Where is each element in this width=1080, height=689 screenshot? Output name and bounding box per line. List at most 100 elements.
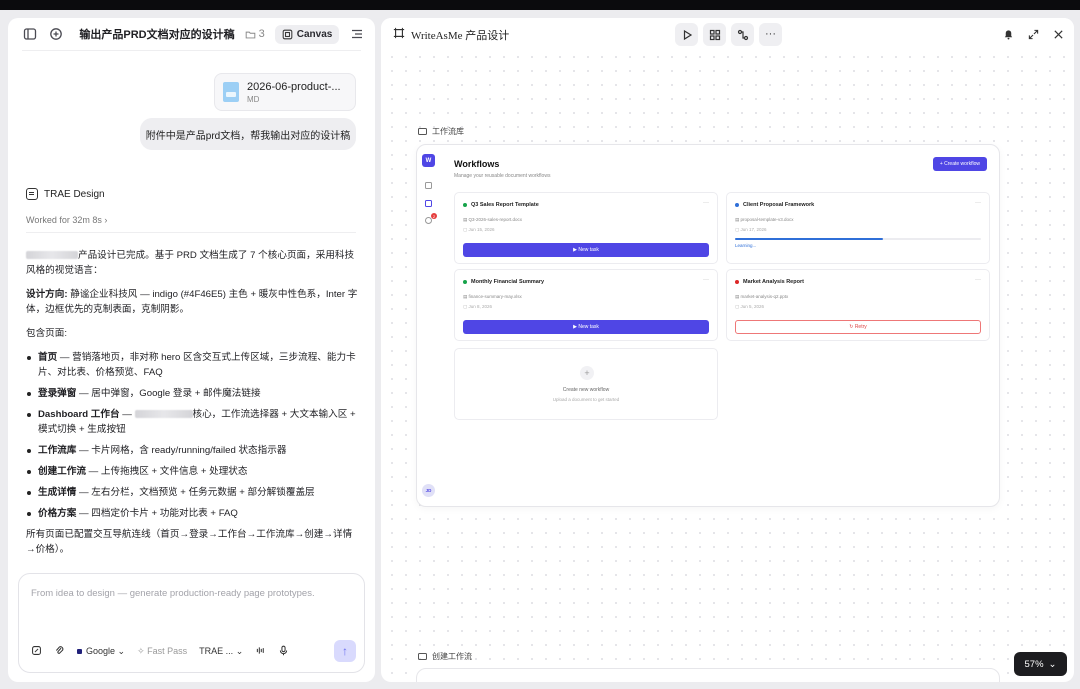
zoom-level: 57%: [1024, 658, 1044, 670]
chat-panel: 输出产品PRD文档对应的设计稿 3 Canvas 2026-06-product…: [8, 18, 375, 682]
create-workflow-button[interactable]: + Create workflow: [932, 157, 987, 171]
card-title-row: Client Proposal Framework: [735, 202, 814, 208]
card-title: Market Analysis Report: [743, 279, 804, 285]
card-date-text: Jun 5, 2026: [740, 304, 765, 309]
status-dot: [463, 203, 467, 207]
create-card-subtitle: Upload a document to get started: [552, 397, 620, 402]
worked-for-text: Worked for 32m 8s: [26, 215, 102, 225]
response-outro: 所有页面已配置交互导航连线（首页→登录→工作台→工作流库→创建→详情→价格）。: [26, 529, 353, 555]
file-icon: ▤: [735, 294, 740, 299]
workflows-icon[interactable]: [425, 200, 432, 207]
item-desc: — 四档定价卡片 + 功能对比表 + FAQ: [76, 508, 238, 519]
model-name: Google: [86, 645, 116, 656]
play-icon: [683, 29, 692, 40]
canvas-panel[interactable]: WriteAsMe 产品设计 ··· 工作流库 W 2 JD Workflows…: [381, 18, 1074, 682]
chevron-down-icon: ⌄: [117, 645, 126, 656]
microphone-icon[interactable]: [278, 645, 289, 658]
sidebar-toggle-icon[interactable]: [22, 26, 38, 42]
card-file: ▤ proposal-template-v3.docx: [735, 217, 794, 223]
play-button[interactable]: [675, 23, 698, 46]
outline-icon[interactable]: [349, 26, 365, 42]
card-file-name: market-analysis-q2.pptx: [740, 294, 789, 299]
item-name: 生成详情: [38, 487, 77, 498]
chevron-right-icon: ›: [104, 215, 108, 225]
agent-selector-label: TRAE ...: [199, 645, 234, 656]
item-desc: — 卡片网格，含 ready/running/failed 状态指示器: [76, 445, 287, 456]
agent-name: TRAE Design: [44, 188, 105, 200]
item-name: 价格方案: [38, 508, 77, 519]
item-desc: — 营销落地页，非对称 hero 区含交互式上传区域，三步流程、能力卡片、对比表…: [38, 352, 356, 378]
expand-icon[interactable]: [1028, 27, 1039, 45]
dashboard-icon[interactable]: [425, 182, 432, 189]
calendar-icon: ▢: [735, 227, 740, 232]
card-date: ▢ Jun 17, 2026: [735, 227, 767, 233]
frame-label-workflow-library[interactable]: 工作流库: [418, 126, 464, 137]
frame-label-text: 创建工作流: [432, 652, 472, 661]
card-date-text: Jun 17, 2026: [740, 227, 767, 232]
window-top-strip: [0, 0, 1080, 10]
direction-label: 设计方向:: [26, 289, 68, 300]
canvas-toolbar: ···: [675, 23, 782, 46]
composer-toolbar: Google ⌄ ✧ Fast Pass TRAE ... ⌄ ↑: [31, 640, 356, 662]
list-item: Dashboard 工作台 — 核心，工作流选择器 + 大文本输入区 + 模式切…: [26, 407, 358, 437]
mode-name: Fast Pass: [147, 645, 188, 656]
retry-button[interactable]: ↻ Retry: [735, 320, 981, 334]
zoom-control[interactable]: 57% ⌄: [1014, 652, 1067, 676]
list-item: 工作流库 — 卡片网格，含 ready/running/failed 状态指示器: [26, 443, 358, 458]
new-chat-icon[interactable]: [48, 26, 64, 42]
card-title-row: Market Analysis Report: [735, 279, 804, 285]
audio-wave-icon[interactable]: [255, 645, 266, 658]
workflow-card[interactable]: Market Analysis Report ··· ▤ market-anal…: [726, 269, 990, 341]
create-workflow-card[interactable]: + Create new workflow Upload a document …: [454, 348, 718, 420]
more-icon[interactable]: ···: [703, 277, 709, 283]
create-workflow-frame[interactable]: [416, 668, 1000, 682]
sparkle-tool-icon[interactable]: [31, 645, 42, 658]
workflow-card[interactable]: Monthly Financial Summary ··· ▤ finance-…: [454, 269, 718, 341]
frame-label-create-workflow[interactable]: 创建工作流: [418, 651, 472, 662]
folder-count[interactable]: 3: [245, 28, 265, 40]
agent-icon: [26, 188, 38, 200]
progress-label: Learning...: [735, 243, 757, 248]
attach-icon[interactable]: [54, 645, 65, 658]
card-title-row: Monthly Financial Summary: [463, 279, 544, 285]
new-task-button[interactable]: ▶ New task: [463, 243, 709, 257]
worked-for-toggle[interactable]: Worked for 32m 8s ›: [26, 215, 107, 225]
file-icon: ▤: [463, 294, 468, 299]
composer-placeholder[interactable]: From idea to design — generate productio…: [31, 588, 315, 599]
workflow-card[interactable]: Q3 Sales Report Template ··· ▤ Q3-2026-s…: [454, 192, 718, 264]
card-file-name: Q3-2026-sales-report.docx: [468, 217, 523, 222]
item-name: 工作流库: [38, 445, 77, 456]
bell-icon[interactable]: [1003, 27, 1014, 45]
workflow-library-frame[interactable]: W 2 JD Workflows Manage your reusable do…: [416, 144, 1000, 507]
more-icon[interactable]: ···: [975, 200, 981, 206]
connections-button[interactable]: [731, 23, 754, 46]
card-date-text: Jun 8, 2026: [468, 304, 493, 309]
card-title: Q3 Sales Report Template: [471, 202, 539, 208]
list-item: 登录弹窗 — 居中弹窗，Google 登录 + 邮件魔法链接: [26, 386, 358, 401]
avatar[interactable]: JD: [422, 484, 435, 497]
agent-divider: [26, 232, 356, 233]
close-icon[interactable]: [1053, 27, 1064, 45]
item-desc: — 居中弹窗，Google 登录 + 邮件魔法链接: [76, 388, 261, 399]
card-title: Monthly Financial Summary: [471, 279, 545, 285]
message-composer[interactable]: From idea to design — generate productio…: [18, 573, 365, 673]
model-selector[interactable]: Google ⌄: [77, 646, 125, 657]
new-task-button[interactable]: ▶ New task: [463, 320, 709, 334]
attachment-card[interactable]: 2026-06-product-... MD: [214, 73, 356, 111]
arrow-up-icon: ↑: [342, 644, 348, 658]
app-logo: W: [422, 154, 435, 167]
more-icon[interactable]: ···: [975, 277, 981, 283]
workflow-card[interactable]: Client Proposal Framework ··· ▤ proposal…: [726, 192, 990, 264]
components-button[interactable]: [703, 23, 726, 46]
card-file: ▤ Q3-2026-sales-report.docx: [463, 217, 522, 223]
send-button[interactable]: ↑: [334, 640, 356, 662]
canvas-button[interactable]: Canvas: [274, 24, 340, 44]
status-dot: [735, 203, 739, 207]
agent-selector[interactable]: TRAE ... ⌄: [199, 646, 243, 657]
status-dot: [463, 280, 467, 284]
more-icon[interactable]: ···: [703, 200, 709, 206]
more-button[interactable]: ···: [759, 23, 782, 46]
agent-response: 产品设计已完成。基于 PRD 文档生成了 7 个核心页面，采用科技风格的视觉语言…: [26, 248, 358, 566]
mode-selector[interactable]: ✧ Fast Pass: [137, 646, 187, 657]
grid-icon: [709, 29, 720, 40]
